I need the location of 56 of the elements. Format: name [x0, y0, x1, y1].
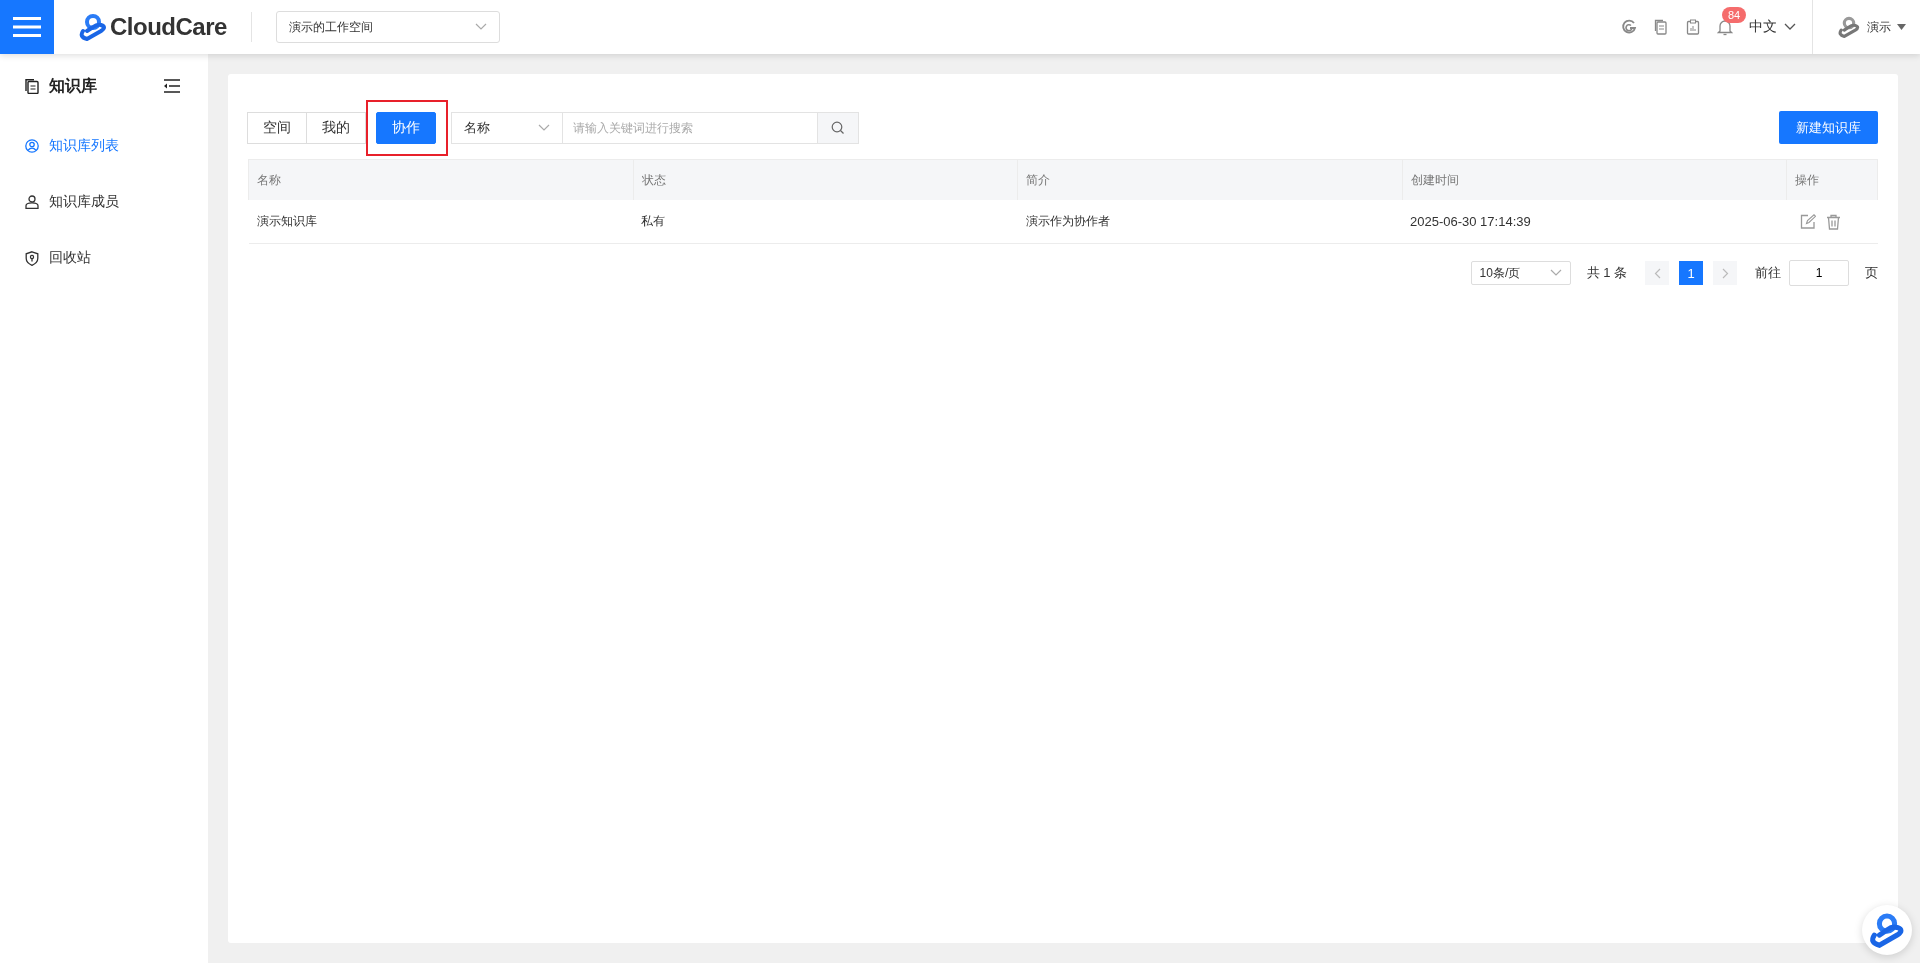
shield-icon: [25, 250, 39, 266]
avatar-icon: [1837, 16, 1861, 38]
filter-tab[interactable]: 空间: [247, 111, 307, 144]
table-cell: 演示知识库: [248, 200, 633, 244]
user-circle-icon: [25, 139, 39, 153]
search-button[interactable]: [818, 111, 859, 144]
caret-down-icon: [1897, 24, 1906, 30]
column-header: 操作: [1786, 159, 1878, 200]
new-knowledge-base-button[interactable]: 新建知识库: [1779, 111, 1878, 144]
column-header: 简介: [1017, 159, 1402, 200]
bell-icon[interactable]: [1717, 18, 1733, 36]
menu-button[interactable]: [0, 0, 54, 54]
spiral-icon[interactable]: [1621, 19, 1637, 35]
filter-tab[interactable]: 我的: [306, 111, 366, 144]
chevron-down-icon: [474, 23, 487, 31]
page-size-select[interactable]: 10条/页: [1470, 261, 1571, 285]
documents-icon[interactable]: [1653, 19, 1669, 35]
trash-icon[interactable]: [1825, 213, 1841, 230]
menu-icon: [13, 16, 41, 38]
document-icon: [25, 78, 39, 94]
brand-name: CloudCare: [110, 13, 227, 41]
clipboard-chart-icon[interactable]: [1685, 19, 1701, 35]
sidebar-title: 知识库: [49, 75, 97, 96]
sidebar-item[interactable]: 知识库成员: [0, 190, 208, 214]
logo-icon: [1868, 912, 1906, 948]
filter-tab[interactable]: 协作: [376, 111, 436, 144]
chevron-down-icon: [1784, 23, 1796, 31]
chevron-down-icon: [538, 123, 550, 132]
goto-page-field[interactable]: 1: [1789, 260, 1849, 286]
sidebar-item[interactable]: 知识库列表: [0, 134, 208, 158]
user-menu[interactable]: 演示: [1837, 16, 1906, 38]
search-field-select[interactable]: 名称: [451, 111, 563, 144]
assistant-button[interactable]: [1862, 905, 1912, 955]
language-select[interactable]: 中文: [1749, 18, 1796, 36]
sidebar-item[interactable]: 回收站: [0, 246, 208, 270]
column-header: 名称: [248, 159, 633, 200]
search-field[interactable]: 请输入关键词进行搜索: [563, 111, 818, 144]
search-icon: [831, 120, 845, 135]
chevron-down-icon: [1549, 269, 1562, 277]
chevron-left-icon: [1653, 267, 1661, 279]
page-unit-label: 页: [1865, 264, 1878, 282]
column-header: 状态: [633, 159, 1018, 200]
logo-icon: [78, 13, 108, 41]
table-cell: 私有: [633, 200, 1018, 244]
goto-label: 前往: [1755, 264, 1781, 282]
page-number[interactable]: 1: [1679, 261, 1703, 285]
notification-badge: 84: [1722, 6, 1747, 23]
person-icon: [25, 195, 39, 209]
workspace-select[interactable]: 演示的工作空间: [275, 11, 500, 43]
edit-icon[interactable]: [1799, 213, 1816, 230]
collapse-icon[interactable]: [164, 79, 180, 93]
table-cell: 2025-06-30 17:14:39: [1402, 200, 1787, 244]
column-header: 创建时间: [1402, 159, 1787, 200]
chevron-right-icon: [1721, 267, 1729, 279]
total-count: 共 1 条: [1586, 264, 1627, 282]
table-cell: 演示作为协作者: [1017, 200, 1402, 244]
